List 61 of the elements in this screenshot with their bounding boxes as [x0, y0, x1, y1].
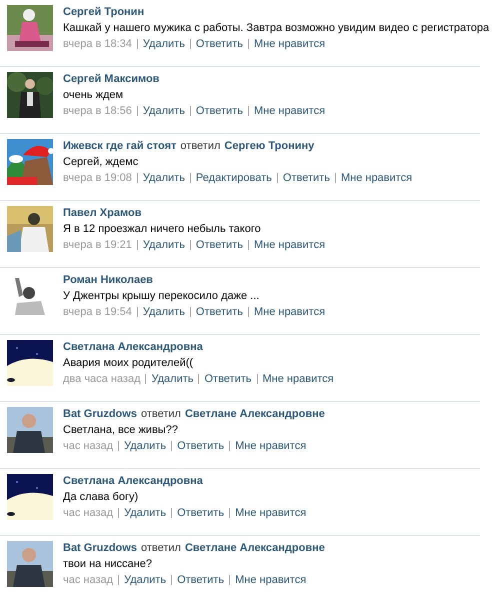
reply-label: ответил: [140, 408, 181, 420]
reply-to-link[interactable]: Светлане Александровне: [184, 408, 325, 420]
comment-time: час назад: [63, 507, 114, 519]
reply-to-link[interactable]: Сергею Тронину: [224, 140, 314, 152]
action-link[interactable]: Ответить: [196, 306, 243, 318]
action-link[interactable]: Мне нравится: [235, 507, 306, 519]
comment-text: Я в 12 проезжал ничего небыль такого: [63, 223, 262, 235]
reply-label: ответил: [180, 140, 220, 152]
author-link[interactable]: Павел Храмов: [63, 207, 142, 219]
action-link[interactable]: Ответить: [282, 172, 330, 184]
author-link[interactable]: Сергей Тронин: [63, 6, 144, 18]
comment-time: два часа назад: [63, 373, 140, 385]
action-link[interactable]: Удалить: [124, 507, 166, 519]
action-link[interactable]: Мне нравится: [235, 440, 306, 452]
action-link[interactable]: Удалить: [142, 105, 185, 117]
comment-text: Светлана, все живы??: [63, 424, 179, 436]
action-link[interactable]: Мне нравится: [254, 239, 326, 251]
action-link[interactable]: Удалить: [142, 172, 185, 184]
comment-time: вчера в 19:08: [63, 172, 132, 184]
comment-text: Сергей, ждемс: [63, 156, 140, 168]
action-link[interactable]: Ответить: [177, 440, 224, 452]
action-link[interactable]: Удалить: [124, 440, 166, 452]
comment-text: Да слава богу): [63, 491, 140, 503]
action-link[interactable]: Мне нравится: [254, 38, 326, 50]
author-link[interactable]: Светлана Александровна: [63, 475, 203, 487]
action-link[interactable]: Мне нравится: [262, 373, 334, 385]
action-link[interactable]: Ответить: [177, 507, 224, 519]
action-link[interactable]: Ответить: [204, 373, 252, 385]
comment-time: вчера в 19:54: [63, 306, 132, 318]
author-link[interactable]: Ижевск где гай стоят: [63, 140, 176, 152]
comment-text: У Джентры крышу перекосило даже ...: [63, 290, 260, 302]
reply-label: ответил: [140, 542, 181, 554]
comment-time: час назад: [63, 440, 114, 452]
action-link[interactable]: Удалить: [142, 239, 185, 251]
comment-text: твои на ниссане?: [63, 558, 153, 570]
action-link[interactable]: Удалить: [142, 306, 185, 318]
action-link[interactable]: Ответить: [177, 574, 224, 586]
comment-time: вчера в 18:56: [63, 105, 132, 117]
action-link[interactable]: Редактировать: [196, 172, 272, 184]
comment-text: Кашкай у нашего мужика с работы. Завтра возможно увидим видео с регистратора: [63, 22, 490, 34]
comment-text: очень ждем: [63, 89, 124, 101]
comment-time: вчера в 19:21: [63, 239, 132, 251]
action-link[interactable]: Мне нравится: [254, 306, 326, 318]
action-link[interactable]: Удалить: [142, 38, 185, 50]
comment-time: вчера в 18:34: [63, 38, 132, 50]
action-link[interactable]: Ответить: [196, 105, 243, 117]
author-link[interactable]: Bat Gruzdows: [63, 408, 137, 420]
action-link[interactable]: Удалить: [151, 373, 194, 385]
comment-text: Авария моих родителей((: [63, 357, 194, 369]
action-link[interactable]: Удалить: [124, 574, 166, 586]
action-link[interactable]: Ответить: [196, 38, 243, 50]
author-link[interactable]: Bat Gruzdows: [63, 542, 137, 554]
author-link[interactable]: Сергей Максимов: [63, 73, 160, 85]
comment-time: час назад: [63, 574, 114, 586]
author-link[interactable]: Роман Николаев: [63, 274, 153, 286]
action-link[interactable]: Мне нравится: [340, 172, 412, 184]
author-link[interactable]: Светлана Александровна: [63, 341, 203, 353]
reply-to-link[interactable]: Светлане Александровне: [184, 542, 325, 554]
action-link[interactable]: Мне нравится: [254, 105, 326, 117]
action-link[interactable]: Ответить: [196, 239, 243, 251]
action-link[interactable]: Мне нравится: [235, 574, 306, 586]
